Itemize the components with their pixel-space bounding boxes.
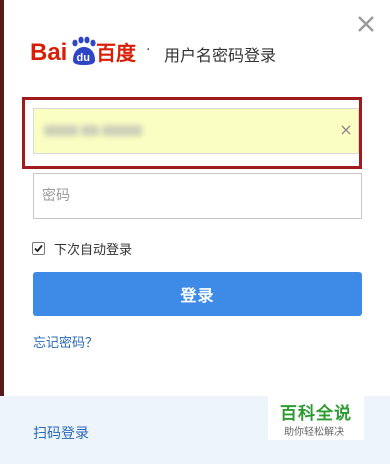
- svg-text:Bai: Bai: [30, 39, 67, 66]
- background-edge: [0, 0, 4, 464]
- remember-checkbox[interactable]: [32, 241, 45, 255]
- clear-icon: ×: [339, 120, 353, 139]
- close-button[interactable]: [352, 10, 380, 38]
- svg-text:du: du: [77, 52, 90, 64]
- username-value-blurred: [44, 120, 142, 140]
- close-icon: [358, 16, 374, 32]
- watermark-subtitle: 助你轻松解决: [284, 427, 344, 438]
- login-button[interactable]: 登录: [33, 272, 362, 316]
- watermark-title: 百科全说: [280, 404, 352, 424]
- remember-login: 下次自动登录: [32, 238, 132, 258]
- login-dialog: Bai du 百度 · 用户名密码登录 × 下次自动登录 登录 忘记密码？ 扫码…: [0, 0, 390, 464]
- dialog-header: Bai du 百度 · 用户名密码登录: [30, 30, 350, 70]
- checkmark-icon: [34, 244, 43, 252]
- forgot-password-link[interactable]: 忘记密码？: [33, 332, 98, 351]
- header-separator: ·: [146, 42, 151, 58]
- password-field[interactable]: [33, 173, 362, 219]
- clear-username-button[interactable]: ×: [336, 120, 356, 140]
- svg-text:百度: 百度: [96, 41, 137, 65]
- remember-label: 下次自动登录: [54, 242, 133, 258]
- page-title: 用户名密码登录: [164, 46, 277, 65]
- qr-login-link[interactable]: 扫码登录: [33, 423, 89, 443]
- baidu-logo: Bai du 百度: [30, 36, 137, 66]
